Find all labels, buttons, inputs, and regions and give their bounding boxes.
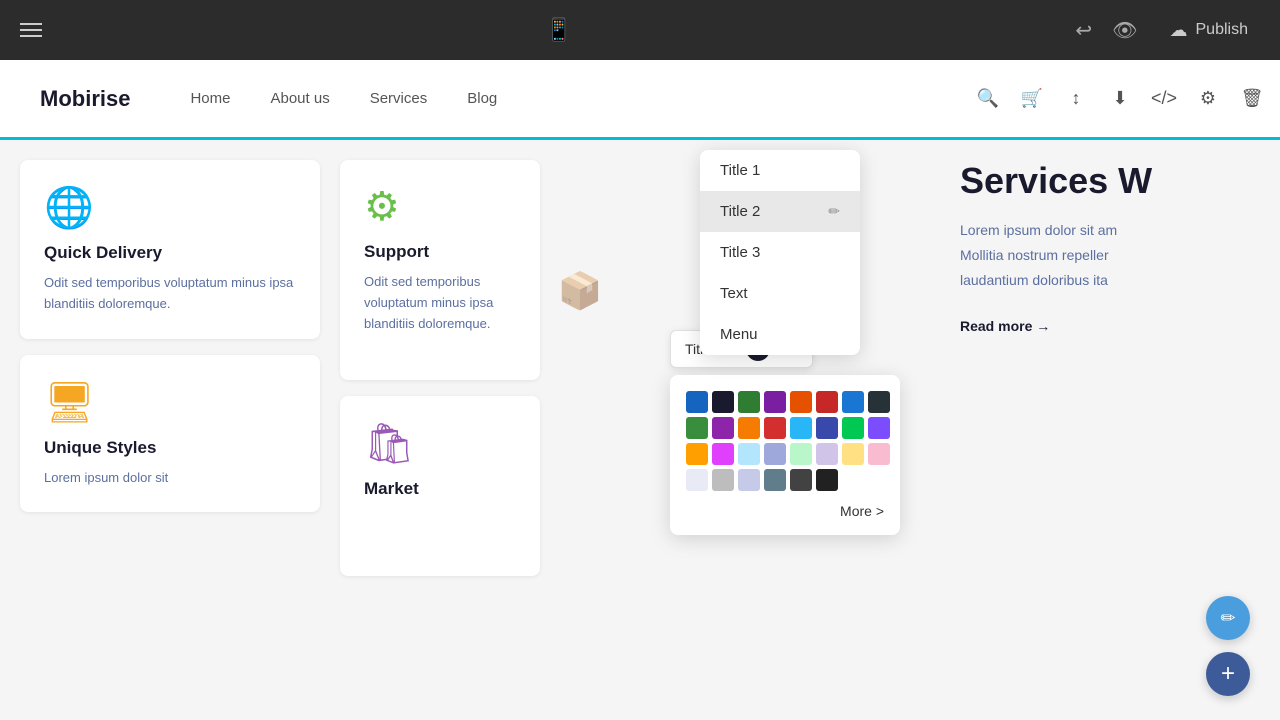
- fab-edit-button[interactable]: ✏: [1206, 596, 1250, 640]
- color-swatch[interactable]: [712, 469, 734, 491]
- nav-link-blog[interactable]: Blog: [467, 90, 497, 107]
- color-swatch[interactable]: [842, 391, 864, 413]
- color-swatch[interactable]: [764, 469, 786, 491]
- card-title-2: Support: [364, 242, 516, 262]
- color-swatch[interactable]: [764, 443, 786, 465]
- color-swatch[interactable]: [712, 417, 734, 439]
- read-more-button[interactable]: Read more →: [960, 318, 1050, 334]
- top-bar: 📱 ↩ 👁 ☁ Publish: [0, 0, 1280, 60]
- screen-icon: 🖥: [44, 379, 296, 426]
- fab-add-button[interactable]: +: [1206, 652, 1250, 696]
- card-unique-styles: 🖥 Unique Styles Lorem ipsum dolor sit: [20, 355, 320, 513]
- color-swatch[interactable]: [868, 391, 890, 413]
- menu-icon[interactable]: [20, 23, 42, 37]
- publish-label: Publish: [1196, 21, 1248, 39]
- card-title-3: Unique Styles: [44, 438, 296, 458]
- 3d-box-icon: 📦: [558, 270, 603, 312]
- color-grid: [686, 391, 884, 491]
- color-swatch[interactable]: [712, 443, 734, 465]
- color-swatch[interactable]: [816, 391, 838, 413]
- card-text-2: Odit sed temporibus voluptatum minus ips…: [364, 272, 516, 334]
- nav-bar: Mobirise Home About us Services Blog 🔍 🛒…: [0, 60, 1280, 140]
- cards-section: 🌐 Quick Delivery Odit sed temporibus vol…: [0, 140, 340, 720]
- color-swatch[interactable]: [764, 417, 786, 439]
- card-text-1: Odit sed temporibus voluptatum minus ips…: [44, 273, 296, 315]
- add-icon: +: [1221, 660, 1235, 688]
- dropdown-item-title2[interactable]: Title 2 ✏: [700, 191, 860, 232]
- color-swatch[interactable]: [790, 391, 812, 413]
- color-swatch[interactable]: [686, 417, 708, 439]
- dropdown-item-text[interactable]: Text: [700, 273, 860, 314]
- nav-delete-icon[interactable]: 🗑: [1234, 81, 1270, 117]
- color-swatch[interactable]: [712, 391, 734, 413]
- upload-icon: ☁: [1170, 20, 1188, 41]
- dropdown-menu: Title 1 Title 2 ✏ Title 3 Text Menu: [700, 150, 860, 355]
- color-swatch[interactable]: [738, 469, 760, 491]
- undo-icon[interactable]: ↩: [1075, 18, 1092, 43]
- color-swatch[interactable]: [868, 443, 890, 465]
- card-title-4: Market: [364, 479, 516, 499]
- mobile-preview-icon[interactable]: 📱: [545, 17, 572, 43]
- color-swatch[interactable]: [686, 391, 708, 413]
- nav-settings-icon[interactable]: ⚙: [1190, 81, 1226, 117]
- gear-icon: ⚙: [364, 184, 516, 230]
- color-swatch[interactable]: [686, 443, 708, 465]
- cards-col2: ⚙ Support Odit sed temporibus voluptatum…: [340, 140, 540, 720]
- globe-icon: 🌐: [44, 184, 296, 231]
- nav-links: Home About us Services Blog: [190, 90, 497, 107]
- dropdown-item-menu[interactable]: Menu: [700, 314, 860, 355]
- nav-link-home[interactable]: Home: [190, 90, 230, 107]
- color-swatch[interactable]: [764, 391, 786, 413]
- color-swatch[interactable]: [790, 469, 812, 491]
- color-swatch[interactable]: [738, 391, 760, 413]
- edit-icon: ✏: [828, 203, 840, 220]
- bag-icon: 🛍: [364, 420, 516, 467]
- color-swatch[interactable]: [842, 417, 864, 439]
- nav-download-icon[interactable]: ⬇: [1102, 81, 1138, 117]
- edit-pencil-icon: ✏: [1220, 608, 1235, 629]
- main-content: 🌐 Quick Delivery Odit sed temporibus vol…: [0, 140, 1280, 720]
- color-swatch[interactable]: [868, 417, 890, 439]
- card-text-3: Lorem ipsum dolor sit: [44, 468, 296, 489]
- box-icon-area: 📦: [540, 140, 620, 720]
- dropdown-item-title1[interactable]: Title 1: [700, 150, 860, 191]
- nav-toolbar: 🔍 🛒 ↕ ⬇ </> ⚙ 🗑: [970, 81, 1270, 117]
- color-swatch[interactable]: [738, 417, 760, 439]
- preview-icon[interactable]: 👁: [1112, 18, 1137, 43]
- nav-move-icon[interactable]: ↕: [1058, 81, 1094, 117]
- color-swatch[interactable]: [686, 469, 708, 491]
- services-content: Services W Lorem ipsum dolor sit am Moll…: [940, 140, 1280, 356]
- card-quick-delivery: 🌐 Quick Delivery Odit sed temporibus vol…: [20, 160, 320, 339]
- color-picker: More >: [670, 375, 900, 535]
- top-bar-center: 📱: [545, 17, 572, 43]
- nav-search-icon[interactable]: 🔍: [970, 81, 1006, 117]
- right-section: Title 1 Title 2 ✏ Title 3 Text Menu Titl…: [620, 140, 1280, 720]
- nav-logo: Mobirise: [40, 86, 130, 112]
- color-swatch[interactable]: [816, 469, 838, 491]
- services-text: Lorem ipsum dolor sit am Mollitia nostru…: [960, 218, 1280, 294]
- nav-code-icon[interactable]: </>: [1146, 81, 1182, 117]
- services-title: Services W: [960, 160, 1280, 202]
- color-swatch[interactable]: [738, 443, 760, 465]
- color-swatch[interactable]: [790, 417, 812, 439]
- nav-cart-icon[interactable]: 🛒: [1014, 81, 1050, 117]
- color-swatch[interactable]: [842, 443, 864, 465]
- nav-link-about[interactable]: About us: [270, 90, 329, 107]
- color-swatch[interactable]: [790, 443, 812, 465]
- color-swatch[interactable]: [816, 443, 838, 465]
- card-title-1: Quick Delivery: [44, 243, 296, 263]
- card-support: ⚙ Support Odit sed temporibus voluptatum…: [340, 160, 540, 380]
- publish-button[interactable]: ☁ Publish: [1158, 14, 1260, 47]
- color-swatch[interactable]: [816, 417, 838, 439]
- nav-link-services[interactable]: Services: [370, 90, 428, 107]
- card-market: 🛍 Market: [340, 396, 540, 576]
- more-colors-button[interactable]: More >: [686, 503, 884, 519]
- top-bar-right: ↩ 👁 ☁ Publish: [1075, 14, 1260, 47]
- dropdown-item-title3[interactable]: Title 3: [700, 232, 860, 273]
- top-bar-left: [20, 23, 42, 37]
